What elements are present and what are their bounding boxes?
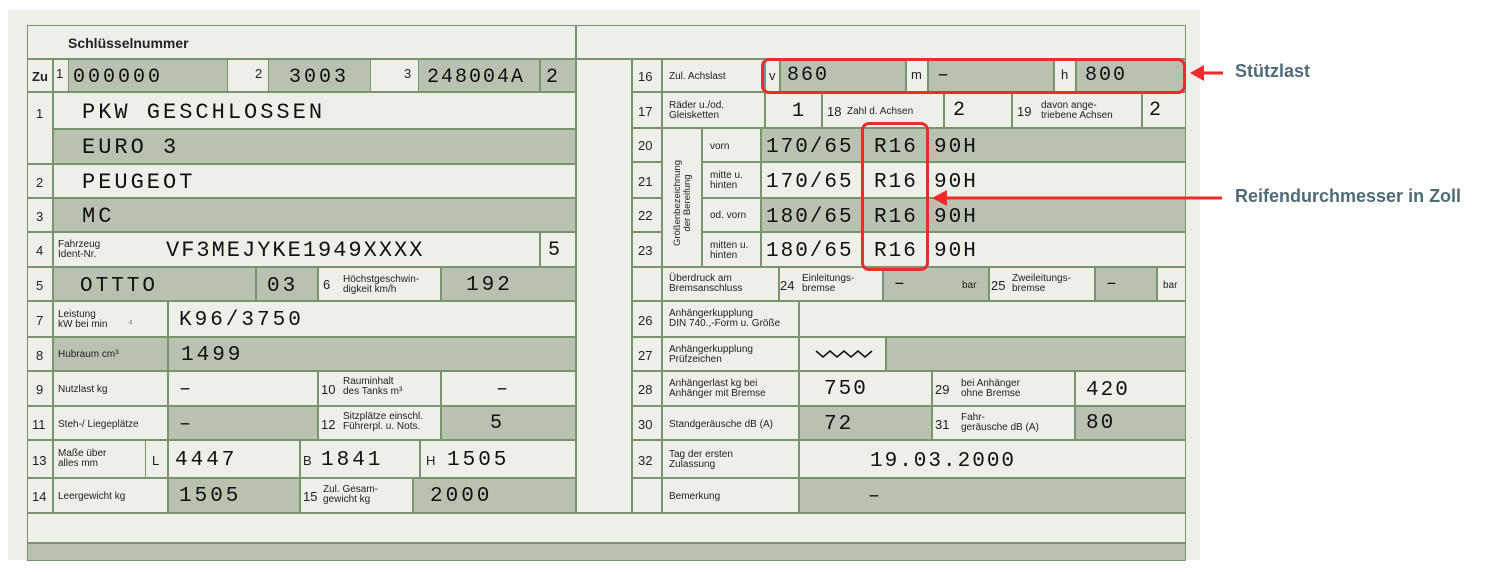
rim-diameter-note: Reifendurchmesser in Zoll	[1235, 186, 1462, 206]
annotation-arrows	[932, 65, 1223, 206]
tongue-load-note: Stützlast	[1235, 61, 1311, 81]
arrow-icon	[1190, 65, 1223, 81]
arrow-icon	[932, 190, 1222, 206]
